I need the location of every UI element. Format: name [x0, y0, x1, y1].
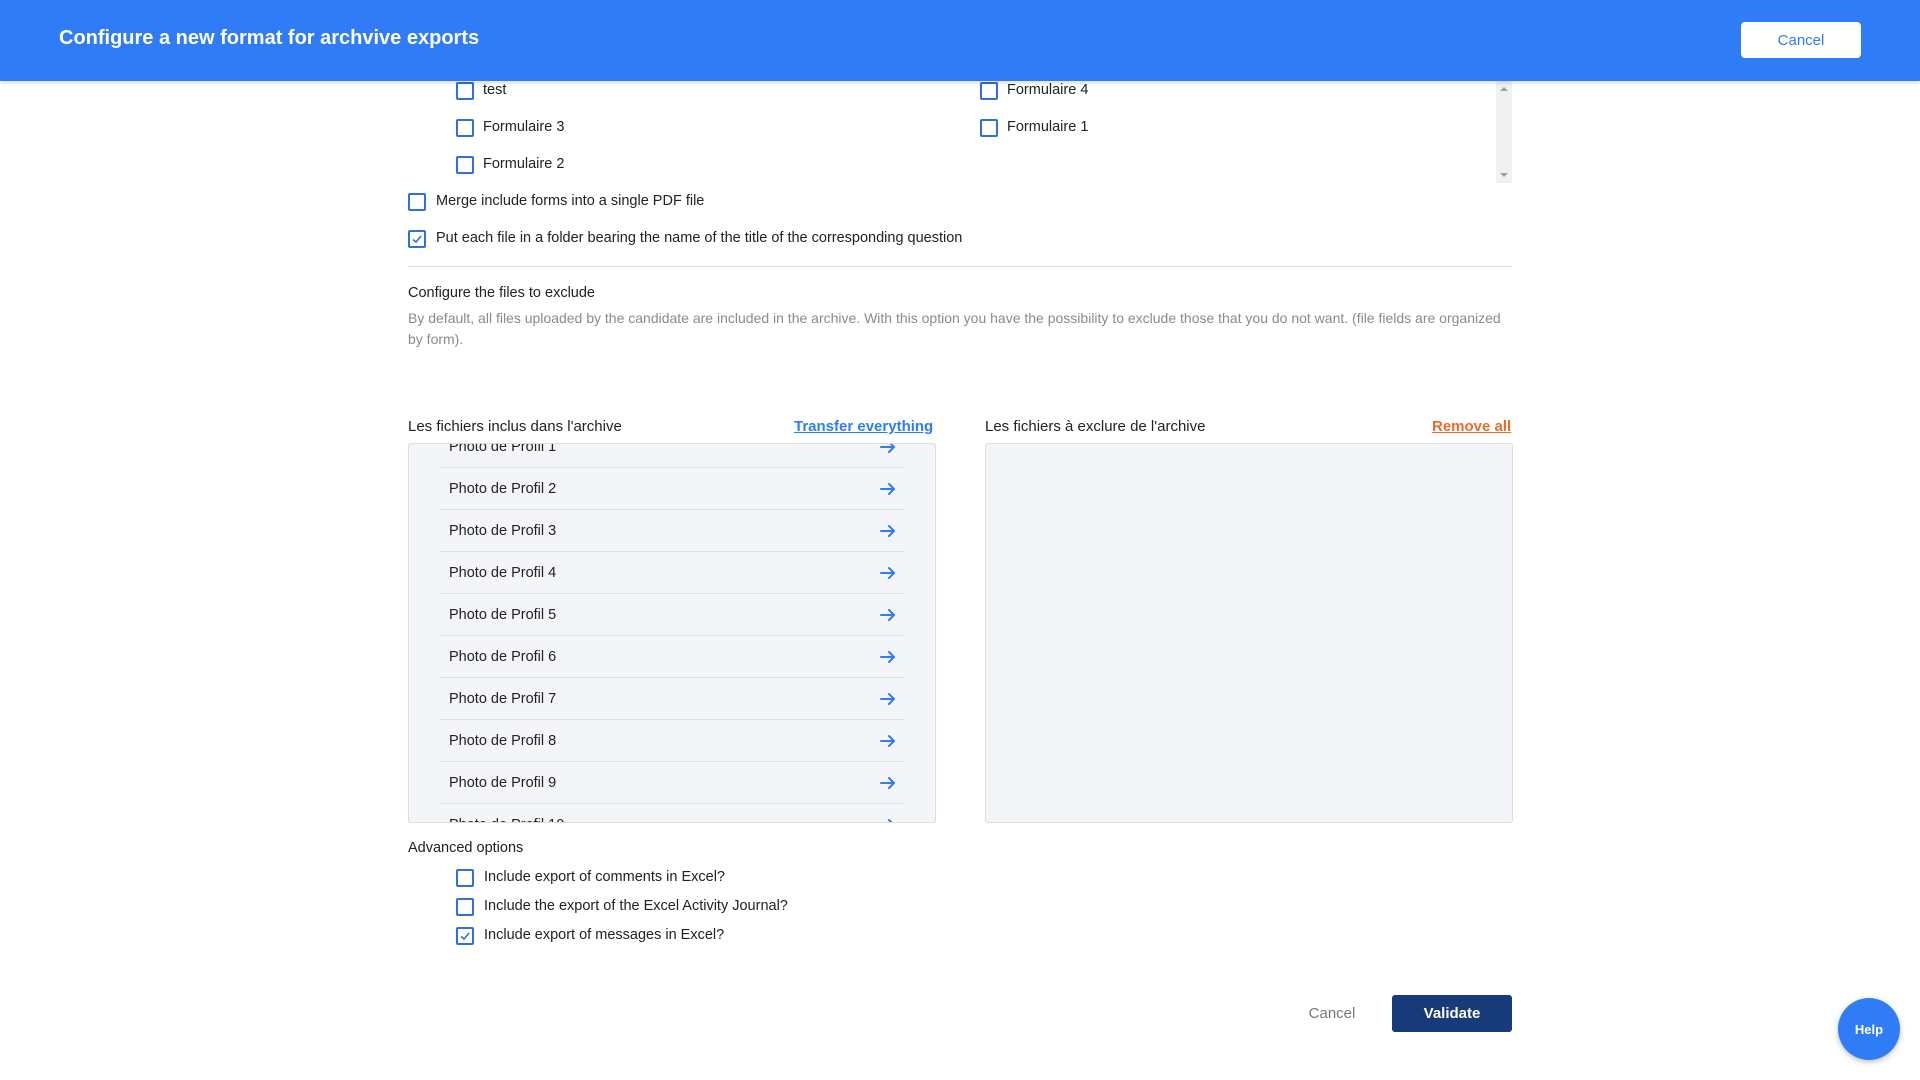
- check-icon: [412, 235, 422, 244]
- form-label-3: Formulaire 3: [483, 119, 565, 135]
- forms-checklist[interactable]: test Formulaire 3 Formulaire 2 Formulair…: [440, 81, 1512, 183]
- export-messages-checkbox[interactable]: [456, 927, 474, 945]
- form-label-4: Formulaire 4: [1007, 82, 1089, 98]
- form-label-1: Formulaire 1: [1007, 119, 1089, 135]
- file-name: Photo de Profil 8: [449, 732, 557, 749]
- merge-pdf-checkbox[interactable]: [408, 193, 426, 211]
- transfer-everything-link[interactable]: Transfer everything: [794, 418, 933, 435]
- modal-title: Configure a new format for archvive expo…: [59, 27, 480, 49]
- included-files-list[interactable]: Photo de Profil 1 Photo de Profil 2 Photo …: [408, 443, 936, 823]
- forms-scrollbar[interactable]: [1496, 81, 1512, 183]
- export-comments-checkbox[interactable]: [456, 869, 474, 887]
- arrow-right-icon[interactable]: [879, 817, 897, 823]
- exclude-section-description: By default, all files uploaded by the ca…: [408, 310, 1501, 347]
- modal-header: Configure a new format for archvive expo…: [0, 0, 1920, 81]
- file-name: Photo de Profil 4: [449, 564, 557, 581]
- list-item[interactable]: Photo de Profil 8: [439, 720, 905, 762]
- list-item[interactable]: Photo de Profil 7: [439, 678, 905, 720]
- advanced-options-title: Advanced options: [408, 840, 524, 856]
- file-name: Photo de Profil 6: [449, 648, 557, 665]
- list-item[interactable]: Photo de Profil 5: [439, 594, 905, 636]
- scroll-down-icon[interactable]: [1500, 173, 1508, 177]
- included-list-title: Les fichiers inclus dans l'archive: [408, 418, 622, 435]
- arrow-right-icon[interactable]: [879, 607, 897, 623]
- list-item[interactable]: Photo de Profil 2: [439, 468, 905, 510]
- exclude-section-title: Configure the files to exclude: [408, 285, 595, 301]
- list-item[interactable]: Photo de Profil 6: [439, 636, 905, 678]
- arrow-right-icon[interactable]: [879, 733, 897, 749]
- export-messages-label: Include export of messages in Excel?: [484, 927, 725, 943]
- folder-per-question-label: Put each file in a folder bearing the na…: [436, 230, 963, 246]
- file-name: Photo de Profil 10: [439, 817, 564, 823]
- checkbox-form-2[interactable]: [456, 156, 474, 174]
- list-item[interactable]: Photo de Profil 1: [439, 443, 905, 468]
- file-name: Photo de Profil 1: [449, 443, 557, 455]
- help-button[interactable]: Help: [1838, 998, 1900, 1060]
- arrow-right-icon[interactable]: [879, 481, 897, 497]
- arrow-right-icon[interactable]: [879, 443, 897, 455]
- check-icon: [460, 932, 470, 941]
- footer-cancel-button[interactable]: Cancel: [1296, 995, 1368, 1031]
- checkbox-form-1[interactable]: [980, 119, 998, 137]
- arrow-right-icon[interactable]: [879, 565, 897, 581]
- merge-pdf-label: Merge include forms into a single PDF fi…: [436, 193, 705, 209]
- checkbox-form-4[interactable]: [980, 82, 998, 100]
- list-item[interactable]: Photo de Profil 9: [439, 762, 905, 804]
- included-files-scroll: Photo de Profil 1 Photo de Profil 2 Photo …: [439, 443, 905, 823]
- export-activity-journal-checkbox[interactable]: [456, 898, 474, 916]
- list-item[interactable]: Photo de Profil 4: [439, 552, 905, 594]
- export-comments-label: Include export of comments in Excel?: [484, 869, 725, 885]
- arrow-right-icon[interactable]: [879, 523, 897, 539]
- file-name: Photo de Profil 3: [449, 522, 557, 539]
- excluded-list-title: Les fichiers à exclure de l'archive: [985, 418, 1206, 435]
- checkbox-form-test[interactable]: [456, 82, 474, 100]
- file-name: Photo de Profil 7: [449, 690, 557, 707]
- remove-all-link[interactable]: Remove all: [1432, 418, 1511, 435]
- list-item[interactable]: Photo de Profil 3: [439, 510, 905, 552]
- export-activity-journal-label: Include the export of the Excel Activity…: [484, 898, 788, 914]
- scroll-up-icon[interactable]: [1500, 87, 1508, 91]
- arrow-right-icon[interactable]: [879, 775, 897, 791]
- arrow-right-icon[interactable]: [879, 649, 897, 665]
- header-cancel-button[interactable]: Cancel: [1741, 22, 1861, 58]
- form-label-2: Formulaire 2: [483, 156, 565, 172]
- file-name: Photo de Profil 9: [449, 774, 557, 791]
- file-name: Photo de Profil 2: [449, 480, 557, 497]
- file-name: Photo de Profil 5: [449, 606, 557, 623]
- arrow-right-icon[interactable]: [879, 691, 897, 707]
- checkbox-form-3[interactable]: [456, 119, 474, 137]
- section-divider: [408, 266, 1512, 267]
- form-label-test: test: [483, 82, 507, 98]
- list-item[interactable]: Photo de Profil 10: [439, 804, 905, 823]
- excluded-files-list[interactable]: [985, 443, 1513, 823]
- validate-button[interactable]: Validate: [1392, 995, 1512, 1032]
- folder-per-question-checkbox[interactable]: [408, 230, 426, 248]
